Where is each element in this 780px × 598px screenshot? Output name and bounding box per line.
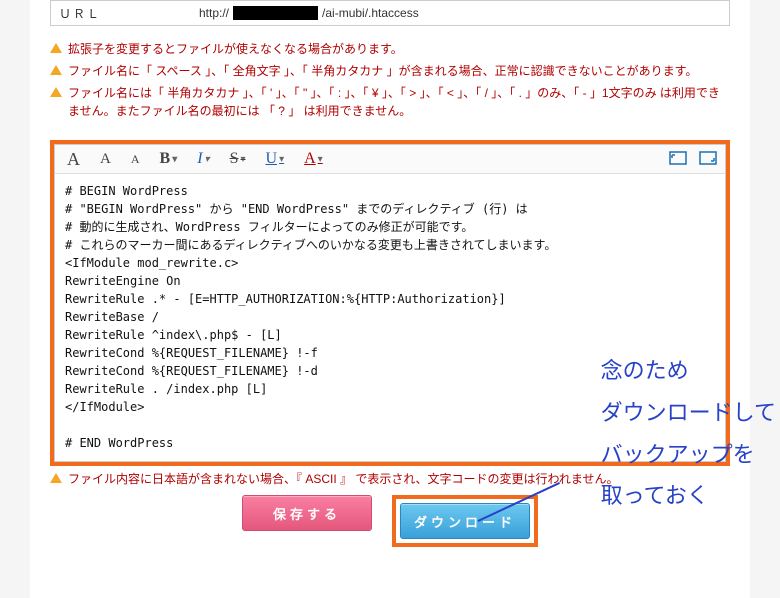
save-button[interactable]: 保存する [242, 495, 372, 531]
underline-button[interactable]: U▾ [262, 150, 289, 168]
fontsize-large-button[interactable]: A [63, 149, 84, 170]
editor-highlight-box: A A A B▾ I▾ S▾ U▾ A▾ # BEGIN WordPress #… [50, 140, 730, 466]
file-content-editor[interactable]: # BEGIN WordPress # "BEGIN WordPress" から… [54, 174, 726, 462]
strike-button[interactable]: S▾ [226, 150, 250, 168]
warning-text: 拡張子を変更するとファイルが使えなくなる場合があります。 [68, 40, 403, 58]
url-suffix: /ai-mubi/.htaccess [322, 6, 419, 20]
warning-text: ファイル内容に日本語が含まれない場合、『 ASCII 』 で表示され、文字コード… [68, 470, 619, 487]
warning-icon [50, 473, 62, 483]
url-label: ＵＲＬ [51, 1, 191, 25]
action-button-row: 保存する ダウンロード [30, 495, 750, 547]
post-editor-warning: ファイル内容に日本語が含まれない場合、『 ASCII 』 で表示され、文字コード… [50, 470, 730, 487]
url-redacted [233, 6, 318, 20]
warning-icon [50, 87, 62, 97]
download-highlight-box: ダウンロード [392, 495, 538, 547]
expand-icon[interactable] [669, 151, 687, 168]
fontcolor-button[interactable]: A▾ [300, 150, 327, 168]
fontsize-medium-button[interactable]: A [96, 151, 115, 168]
warning-text: ファイル名には「 半角カタカナ 」、「 ' 」、「 " 」、「 : 」、「 ¥ … [68, 84, 730, 120]
url-value: http:// /ai-mubi/.htaccess [191, 1, 729, 25]
warnings-block: 拡張子を変更するとファイルが使えなくなる場合があります。 ファイル名に「 スペー… [30, 32, 750, 134]
collapse-icon[interactable] [699, 151, 717, 168]
warning-item: ファイル名には「 半角カタカナ 」、「 ' 」、「 " 」、「 : 」、「 ¥ … [50, 84, 730, 120]
fontsize-small-button[interactable]: A [127, 152, 144, 167]
warning-item: ファイル名に「 スペース 」、「 全角文字 」、「 半角カタカナ 」が含まれる場… [50, 62, 730, 80]
warning-item: 拡張子を変更するとファイルが使えなくなる場合があります。 [50, 40, 730, 58]
download-button[interactable]: ダウンロード [400, 503, 530, 539]
warning-icon [50, 65, 62, 75]
warning-icon [50, 43, 62, 53]
italic-button[interactable]: I▾ [193, 150, 213, 168]
url-prefix: http:// [199, 6, 229, 20]
url-field-row: ＵＲＬ http:// /ai-mubi/.htaccess [50, 0, 730, 26]
warning-text: ファイル名に「 スペース 」、「 全角文字 」、「 半角カタカナ 」が含まれる場… [68, 62, 697, 80]
editor-toolbar: A A A B▾ I▾ S▾ U▾ A▾ [54, 144, 726, 174]
bold-button[interactable]: B▾ [156, 150, 182, 168]
